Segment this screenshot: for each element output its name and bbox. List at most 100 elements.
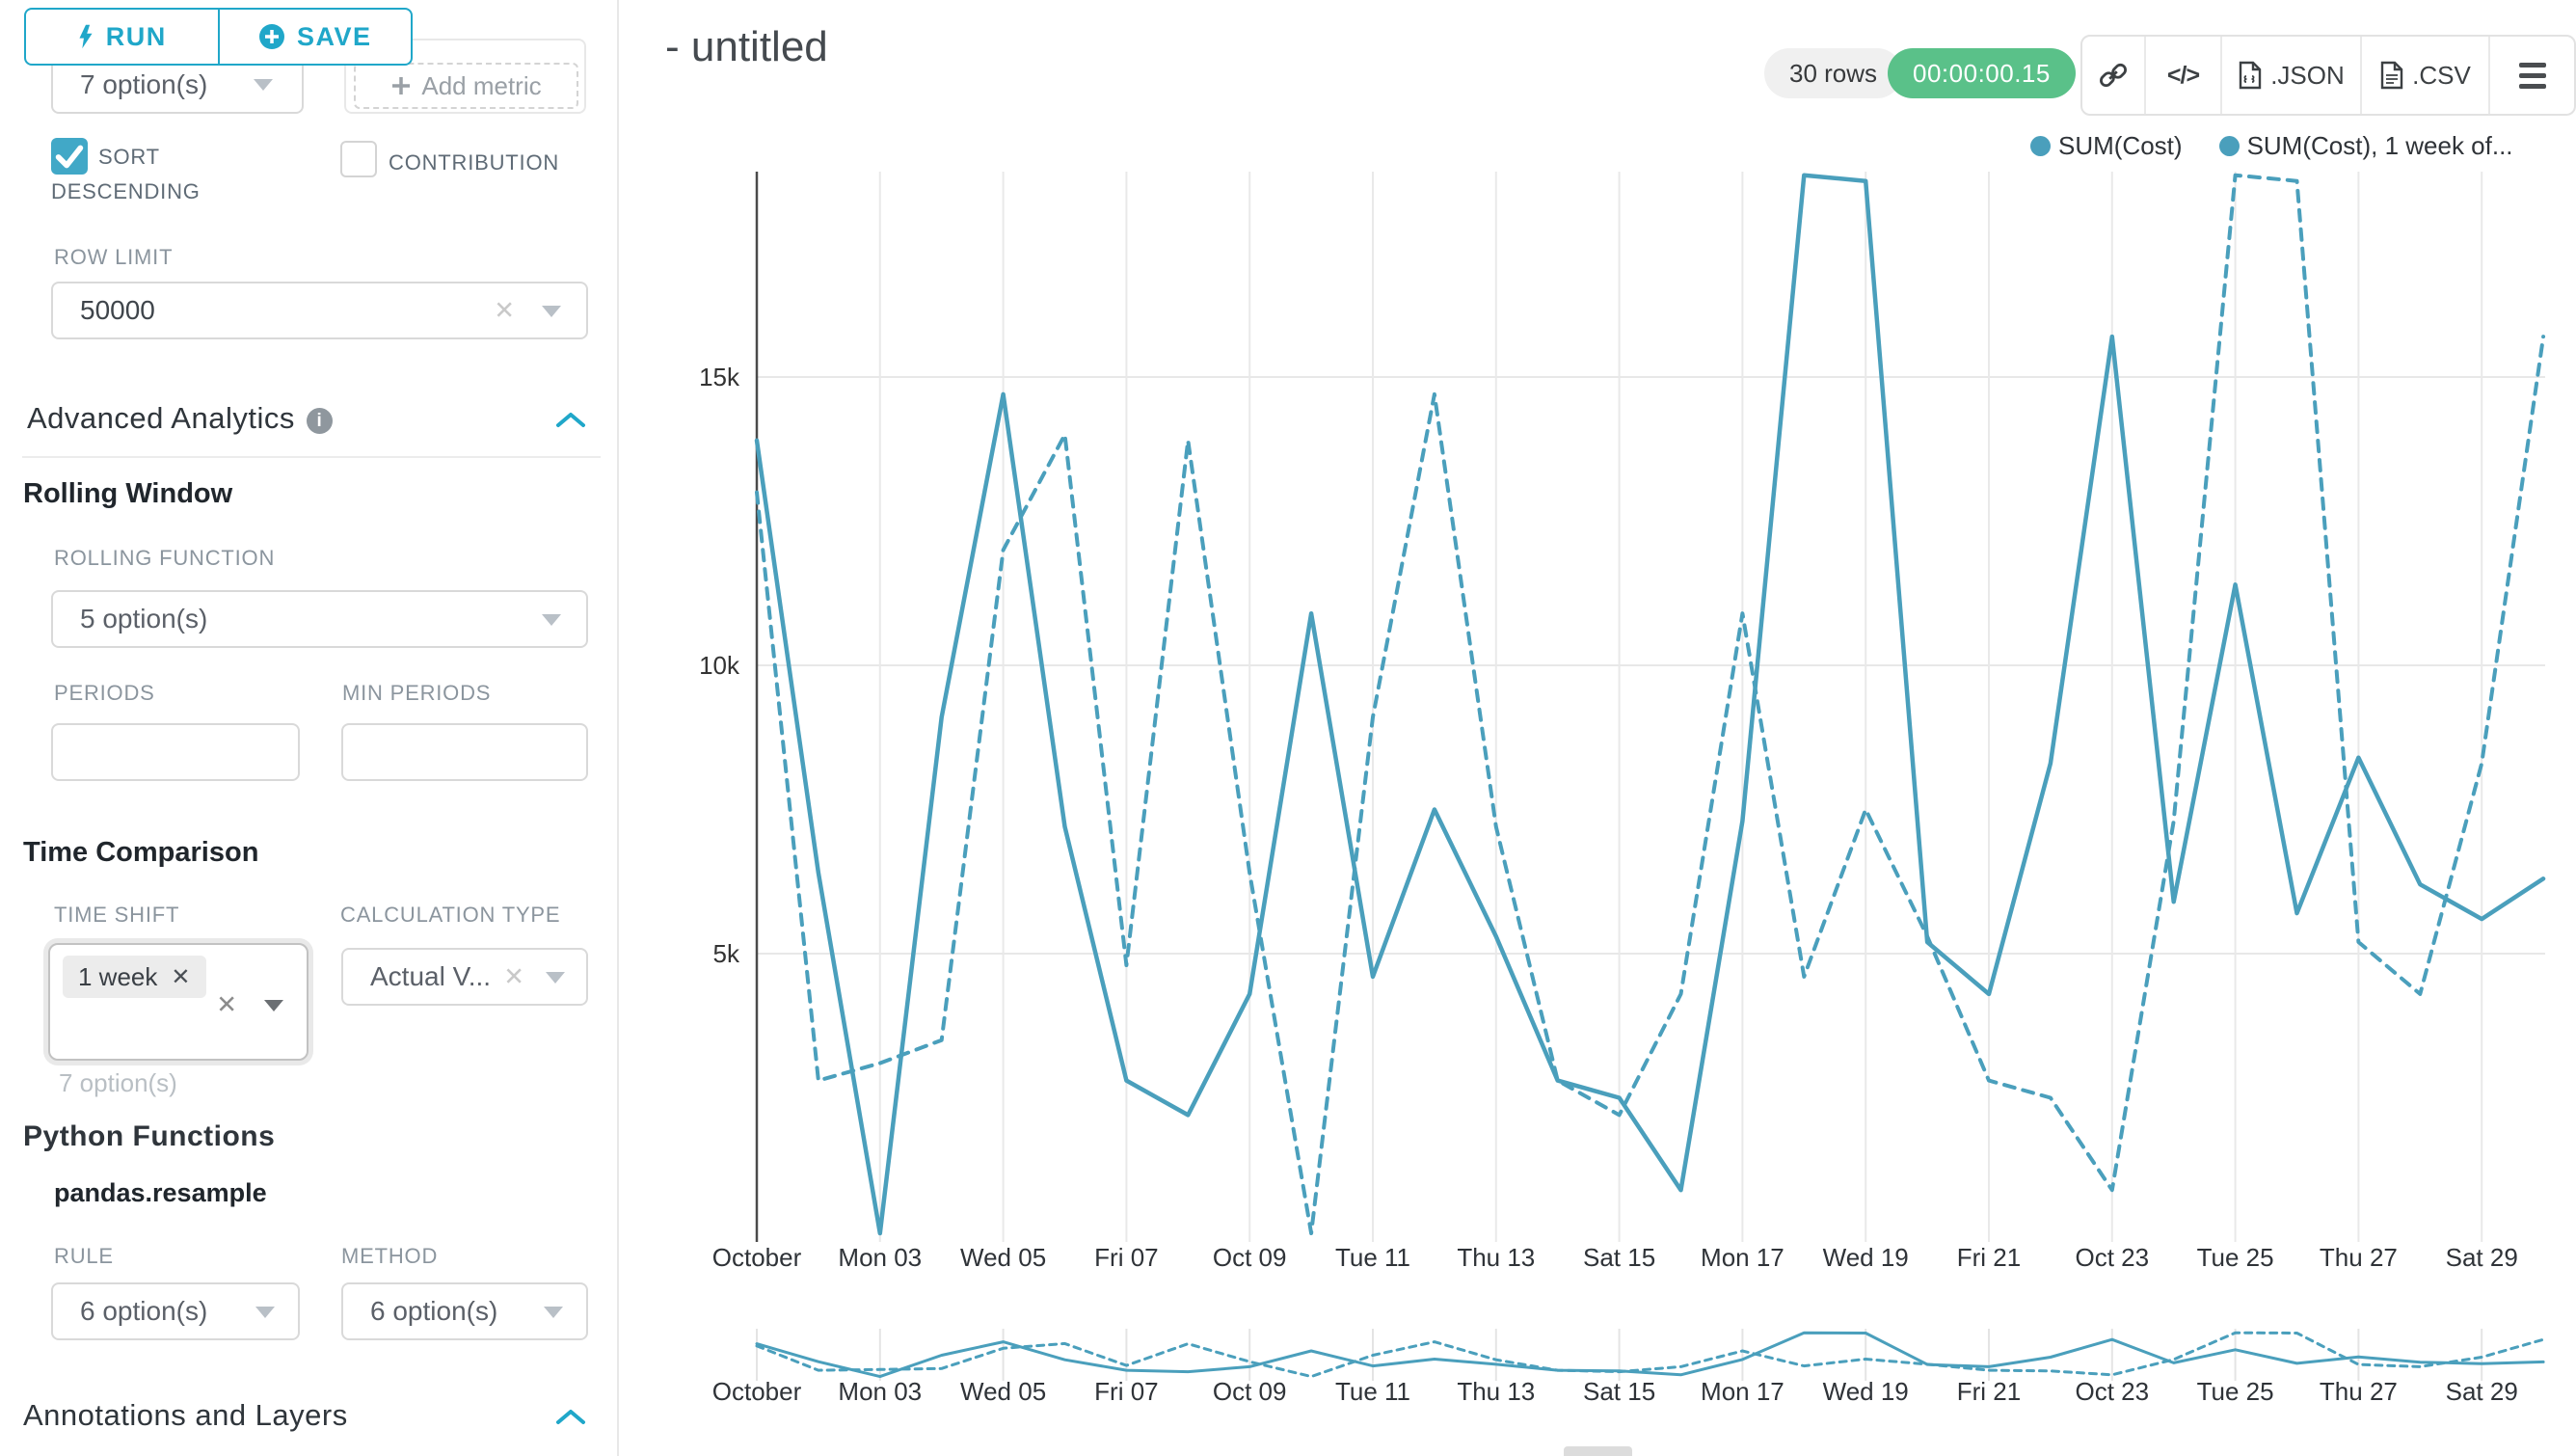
mini-x-axis-tick-label: October <box>712 1377 802 1406</box>
mini-x-axis-tick-label: Wed 05 <box>960 1377 1046 1406</box>
mini-x-axis-tick-label: Mon 17 <box>1701 1377 1784 1406</box>
x-axis-tick-label: Thu 13 <box>1457 1243 1535 1272</box>
time-shift-hint: 7 option(s) <box>59 1068 177 1098</box>
periods-label: PERIODS <box>54 681 155 706</box>
periods-input[interactable] <box>51 723 300 781</box>
series-line-solid <box>757 175 2543 1233</box>
superset-explore-page: 7 option(s) Add metric RUN <box>0 0 2576 1456</box>
y-axis-tick-label: 5k <box>713 939 740 968</box>
y-axis-tick-label: 15k <box>699 363 740 391</box>
x-axis-tick-label: Sat 15 <box>1583 1243 1655 1272</box>
time-shift-tag-label: 1 week <box>78 962 157 992</box>
clear-icon[interactable]: ✕ <box>503 962 524 992</box>
advanced-analytics-title: Advanced Analytics <box>27 401 295 435</box>
min-periods-input[interactable] <box>341 723 588 781</box>
series-limit-value: 7 option(s) <box>80 69 207 100</box>
rolling-function-label: ROLLING FUNCTION <box>54 546 275 571</box>
annotations-layers-header[interactable]: Annotations and Layers <box>23 1398 348 1433</box>
chart-menu-button[interactable] <box>2488 37 2574 114</box>
contribution-label: CONTRIBUTION <box>389 150 559 175</box>
run-button[interactable]: RUN <box>26 10 218 64</box>
clear-icon[interactable]: ✕ <box>216 990 237 1020</box>
save-button[interactable]: SAVE <box>218 10 412 64</box>
mini-x-axis-tick-label: Thu 13 <box>1457 1377 1535 1406</box>
rule-select[interactable]: 6 option(s) <box>51 1282 300 1340</box>
sort-descending-label-line1: SORT <box>98 145 160 170</box>
mini-x-axis-tick-label: Wed 19 <box>1823 1377 1909 1406</box>
mini-x-axis-tick-label: Thu 27 <box>2320 1377 2398 1406</box>
advanced-analytics-header[interactable]: Advanced Analyticsi <box>27 401 333 436</box>
caret-down-icon <box>546 972 565 984</box>
caret-down-icon <box>542 306 561 317</box>
time-shift-label: TIME SHIFT <box>54 903 179 928</box>
row-limit-select[interactable]: 50000 ✕ <box>51 282 588 339</box>
x-axis-tick-label: Wed 19 <box>1823 1243 1909 1272</box>
export-json-button[interactable]: .JSON <box>2220 37 2360 114</box>
x-axis-tick-label: Mon 03 <box>838 1243 922 1272</box>
legend-dot-icon <box>2219 136 2240 156</box>
x-axis-tick-label: Wed 05 <box>960 1243 1046 1272</box>
run-save-button-group: RUN SAVE <box>24 8 413 66</box>
section-divider <box>22 456 601 458</box>
bolt-icon <box>77 23 94 50</box>
chart-title[interactable]: - untitled <box>665 23 828 71</box>
caret-down-icon <box>254 79 273 91</box>
add-metric-label: Add metric <box>421 71 541 101</box>
x-axis-tick-label: Mon 17 <box>1701 1243 1784 1272</box>
row-limit-value: 50000 <box>80 295 155 326</box>
menu-icon <box>2519 63 2546 89</box>
caret-down-icon <box>544 1307 563 1318</box>
x-axis-tick-label: Oct 09 <box>1213 1243 1287 1272</box>
python-functions-title: Python Functions <box>23 1120 275 1153</box>
view-query-button[interactable]: </> <box>2144 37 2220 114</box>
chevron-up-icon[interactable] <box>554 411 587 430</box>
code-icon: </> <box>2167 62 2199 90</box>
method-select[interactable]: 6 option(s) <box>341 1282 588 1340</box>
x-axis-tick-label: Oct 23 <box>2076 1243 2150 1272</box>
query-timer-badge: 00:00:00.15 <box>1888 48 2076 98</box>
clear-icon[interactable]: ✕ <box>494 296 515 326</box>
row-limit-label: ROW LIMIT <box>54 245 173 270</box>
sort-descending-checkbox[interactable] <box>51 138 88 175</box>
min-periods-label: MIN PERIODS <box>342 681 491 706</box>
add-metric-button[interactable]: Add metric <box>354 63 578 109</box>
time-comparison-title: Time Comparison <box>23 837 258 869</box>
x-axis-tick-label: Sat 29 <box>2446 1243 2518 1272</box>
contribution-checkbox[interactable] <box>340 141 377 177</box>
mini-x-axis-tick-label: Fri 07 <box>1094 1377 1158 1406</box>
x-axis-tick-label: Thu 27 <box>2320 1243 2398 1272</box>
rolling-window-title: Rolling Window <box>23 478 232 510</box>
rolling-function-value: 5 option(s) <box>80 604 207 634</box>
legend-item-sum-cost-offset[interactable]: SUM(Cost), 1 week of... <box>2219 131 2513 161</box>
calculation-type-select[interactable]: Actual V... ✕ <box>341 948 588 1006</box>
chevron-up-icon[interactable] <box>554 1408 587 1427</box>
remove-tag-icon[interactable]: ✕ <box>171 963 190 991</box>
x-axis-tick-label: Fri 21 <box>1957 1243 2021 1272</box>
mini-x-axis-tick-label: Mon 03 <box>838 1377 922 1406</box>
control-panel: 7 option(s) Add metric RUN <box>0 0 617 1456</box>
chart-actions-toolbar: </> .JSON .CSV <box>2080 35 2576 116</box>
chart-legend: SUM(Cost) SUM(Cost), 1 week of... <box>2030 131 2513 161</box>
mini-x-axis-tick-label: Fri 21 <box>1957 1377 2021 1406</box>
mini-x-axis-tick-label: Oct 23 <box>2076 1377 2150 1406</box>
rolling-function-select[interactable]: 5 option(s) <box>51 590 588 648</box>
time-shift-select[interactable]: 1 week ✕ ✕ <box>48 943 309 1061</box>
caret-down-icon <box>264 1000 283 1011</box>
horizontal-scrollbar-thumb[interactable] <box>1564 1446 1632 1456</box>
method-label: METHOD <box>341 1244 438 1269</box>
plus-circle-icon <box>258 23 285 50</box>
legend-item-sum-cost[interactable]: SUM(Cost) <box>2030 131 2183 161</box>
rule-value: 6 option(s) <box>80 1296 207 1327</box>
share-link-button[interactable] <box>2082 37 2144 114</box>
caret-down-icon <box>542 614 561 626</box>
link-icon <box>2099 61 2128 90</box>
export-csv-button[interactable]: .CSV <box>2360 37 2488 114</box>
file-csv-icon <box>2379 61 2404 90</box>
x-axis-tick-label: Tue 11 <box>1335 1243 1410 1272</box>
x-axis-tick-label: October <box>712 1243 802 1272</box>
calculation-type-value: Actual V... <box>370 961 491 992</box>
plus-icon <box>390 75 412 96</box>
save-button-label: SAVE <box>297 22 372 52</box>
series-line-dashed <box>757 175 2543 1233</box>
mini-x-axis-tick-label: Tue 25 <box>2197 1377 2274 1406</box>
